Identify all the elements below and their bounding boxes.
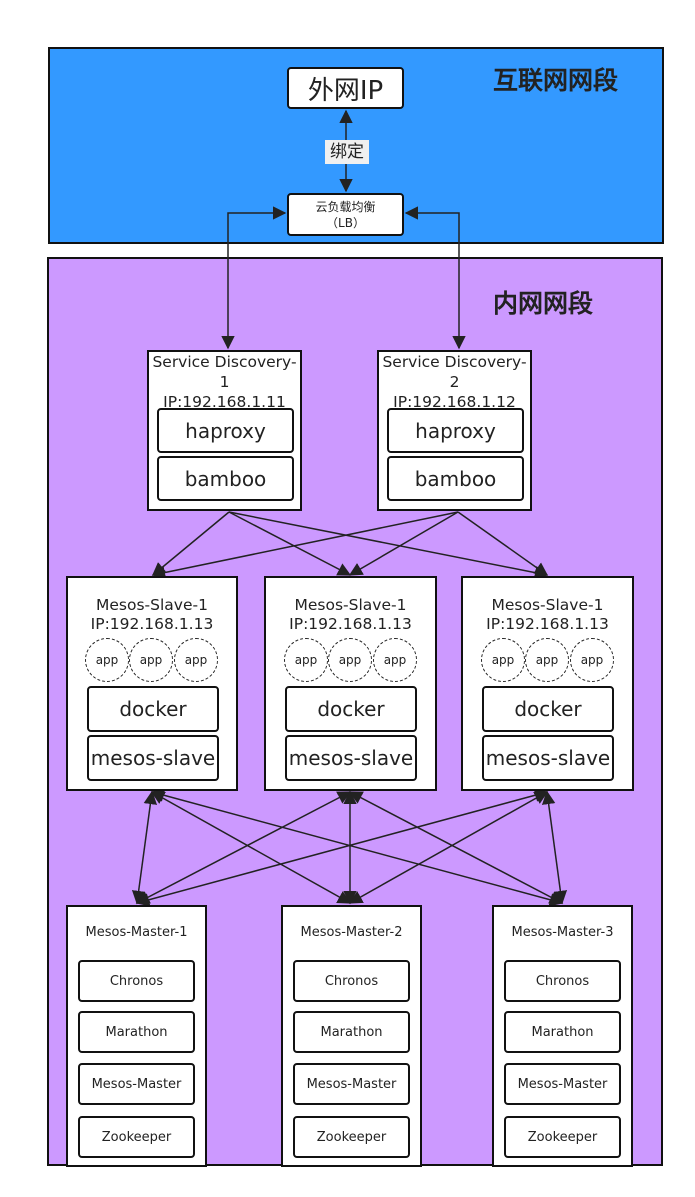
chronos-box: Chronos: [293, 960, 410, 1002]
internet-zone-title: 互联网网段: [493, 66, 619, 95]
app-container: app: [174, 638, 218, 682]
docker-box: docker: [87, 686, 219, 732]
docker-box: docker: [285, 686, 417, 732]
mesos-slave-node: Mesos-Slave-1 IP:192.168.1.13 docker mes…: [264, 576, 437, 791]
slave-header: Mesos-Slave-1 IP:192.168.1.13: [68, 596, 236, 634]
mesos-master-node: Mesos-Master-2 Chronos Marathon Mesos-Ma…: [281, 905, 422, 1167]
zookeeper-box: Zookeeper: [78, 1116, 195, 1158]
master-title: Mesos-Master-1: [85, 925, 188, 940]
mesos-slave-box: mesos-slave: [482, 735, 614, 781]
mesos-master-box: Mesos-Master: [504, 1063, 621, 1105]
master-title: Mesos-Master-3: [511, 925, 614, 940]
mesos-master-box: Mesos-Master: [293, 1063, 410, 1105]
mesos-slave-box: mesos-slave: [285, 735, 417, 781]
chronos-box: Chronos: [78, 960, 195, 1002]
app-container: app: [481, 638, 525, 682]
docker-box: docker: [482, 686, 614, 732]
load-balancer-box: 云负载均衡 （LB）: [287, 193, 404, 236]
slave-header: Mesos-Slave-1 IP:192.168.1.13: [463, 596, 632, 634]
slave-title: Mesos-Slave-1: [96, 596, 208, 614]
lb-label: 云负载均衡: [315, 199, 376, 214]
mesos-master-node: Mesos-Master-3 Chronos Marathon Mesos-Ma…: [492, 905, 633, 1167]
intranet-zone-title: 内网网段: [493, 289, 594, 318]
zookeeper-box: Zookeeper: [504, 1116, 621, 1158]
sd-header: Service Discovery- 2 IP:192.168.1.12: [379, 352, 530, 412]
bamboo-box: bamboo: [387, 456, 524, 501]
slave-header: Mesos-Slave-1 IP:192.168.1.13: [266, 596, 435, 634]
slave-ip: IP:192.168.1.13: [486, 615, 609, 633]
service-discovery-node: Service Discovery- 1 IP:192.168.1.11 hap…: [147, 350, 302, 511]
service-discovery-node: Service Discovery- 2 IP:192.168.1.12 hap…: [377, 350, 532, 511]
external-ip-box: 外网IP: [287, 67, 404, 109]
haproxy-box: haproxy: [157, 408, 294, 453]
app-container: app: [129, 638, 173, 682]
slave-ip: IP:192.168.1.13: [289, 615, 412, 633]
haproxy-box: haproxy: [387, 408, 524, 453]
marathon-box: Marathon: [78, 1011, 195, 1053]
chronos-box: Chronos: [504, 960, 621, 1002]
mesos-master-node: Mesos-Master-1 Chronos Marathon Mesos-Ma…: [66, 905, 207, 1167]
marathon-box: Marathon: [504, 1011, 621, 1053]
sd-title-number: 2: [449, 373, 460, 391]
marathon-box: Marathon: [293, 1011, 410, 1053]
mesos-slave-node: Mesos-Slave-1 IP:192.168.1.13 docker mes…: [461, 576, 634, 791]
bind-label: 绑定: [325, 140, 369, 164]
slave-title: Mesos-Slave-1: [491, 596, 604, 614]
sd-header: Service Discovery- 1 IP:192.168.1.11: [149, 352, 300, 412]
sd-title: Service Discovery-: [152, 353, 297, 371]
app-container: app: [525, 638, 569, 682]
master-title: Mesos-Master-2: [300, 925, 403, 940]
bamboo-box: bamboo: [157, 456, 294, 501]
mesos-slave-box: mesos-slave: [87, 735, 219, 781]
app-container: app: [328, 638, 372, 682]
lb-sublabel: （LB）: [326, 215, 365, 230]
sd-title-number: 1: [219, 373, 230, 391]
slave-title: Mesos-Slave-1: [294, 596, 407, 614]
app-container: app: [85, 638, 129, 682]
slave-ip: IP:192.168.1.13: [90, 615, 214, 633]
mesos-master-box: Mesos-Master: [78, 1063, 195, 1105]
app-container: app: [373, 638, 417, 682]
sd-title: Service Discovery-: [382, 353, 527, 371]
zookeeper-box: Zookeeper: [293, 1116, 410, 1158]
mesos-slave-node: Mesos-Slave-1 IP:192.168.1.13 docker mes…: [66, 576, 238, 791]
app-container: app: [284, 638, 328, 682]
app-container: app: [570, 638, 614, 682]
